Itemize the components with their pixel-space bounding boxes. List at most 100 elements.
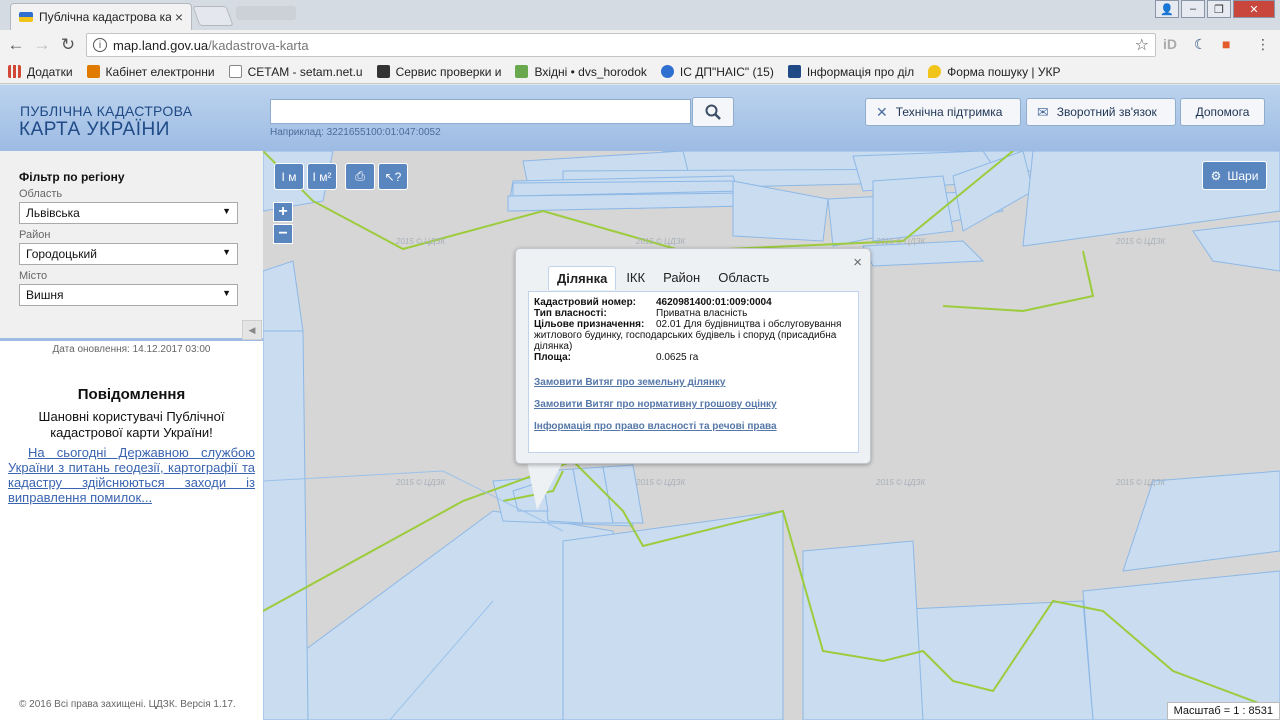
zoom-in-button[interactable]: + xyxy=(273,202,293,222)
identify-button[interactable]: ↖? xyxy=(378,163,408,190)
mail-icon xyxy=(515,65,529,78)
gear-icon: ⚙ xyxy=(1210,168,1222,183)
menu-dots-icon[interactable]: ⋮ xyxy=(1256,36,1270,53)
help-button[interactable]: Допомога xyxy=(1180,98,1265,126)
tab-raion[interactable]: Район xyxy=(655,266,708,290)
measure-area-button[interactable]: I м² xyxy=(307,163,337,190)
region-filter: Фільтр по регіону Область Львівська ▼ Рай… xyxy=(0,151,263,341)
ownership-value: Приватна власність xyxy=(656,308,748,319)
map-watermark: 2015 © ЦДЗК xyxy=(1116,237,1166,246)
reload-icon[interactable]: ↻ xyxy=(58,35,78,55)
cadastral-search-input[interactable] xyxy=(270,99,691,124)
raion-select[interactable]: Городоцький ▼ xyxy=(19,243,238,265)
raion-value: Городоцький xyxy=(26,247,97,261)
bookmark-item[interactable]: Сервис проверки и xyxy=(376,64,502,79)
cadastral-number-value: 4620981400:01:009:0004 xyxy=(656,297,772,308)
new-tab-button[interactable] xyxy=(192,6,234,26)
url-path: /kadastrova-karta xyxy=(208,37,309,53)
logo-top-text[interactable]: ПУБЛІЧНА КАДАСТРОВА xyxy=(20,103,192,119)
location-pin-icon xyxy=(928,65,942,78)
cadastral-number-row: Кадастровий номер: 4620981400:01:009:0004 xyxy=(534,297,853,308)
ownership-info-link[interactable]: Інформація про право власності та речові… xyxy=(534,421,853,432)
logo-bottom-text[interactable]: КАРТА УКРАЇНИ xyxy=(19,119,170,141)
address-bar: ← → ↻ i map.land.gov.ua/kadastrova-karta… xyxy=(0,30,1280,60)
bookmark-item[interactable]: ІС ДП"НАІС" (15) xyxy=(660,65,774,79)
bookmark-item[interactable]: Інформація про діл xyxy=(787,64,915,79)
bookmark-item[interactable]: Вхідні • dvs_horodok xyxy=(515,65,647,79)
extension-moon-icon[interactable]: ☾ xyxy=(1194,36,1207,53)
bookmarks-bar: Додатки Кабінет електронни СЕТАМ - setam… xyxy=(0,60,1280,84)
map-watermark: 2015 © ЦДЗК xyxy=(396,237,446,246)
tab-oblast[interactable]: Область xyxy=(710,266,777,290)
raion-label: Район xyxy=(19,229,51,241)
browser-tab[interactable]: Публічна кадастрова ка × xyxy=(10,3,192,30)
map-watermark: 2015 © ЦДЗК xyxy=(876,237,926,246)
close-window-button[interactable]: ✕ xyxy=(1233,0,1275,18)
maximize-button[interactable]: ❐ xyxy=(1207,0,1231,18)
back-icon[interactable]: ← xyxy=(6,35,26,55)
area-row: Площа: 0.0625 га xyxy=(534,352,853,363)
bookmark-item[interactable]: СЕТАМ - setam.net.u xyxy=(228,64,363,79)
user-icon[interactable]: 👤 xyxy=(1155,0,1179,18)
purpose-row: Цільове призначення: 02.01 Для будівництв… xyxy=(534,319,853,352)
update-date: Дата оновлення: 14.12.2017 03:00 xyxy=(52,344,211,355)
purpose-key: Цільове призначення: xyxy=(534,319,645,330)
envelope-icon: ✉ xyxy=(1037,103,1049,120)
forward-icon[interactable]: → xyxy=(32,35,52,55)
search-button[interactable] xyxy=(692,97,734,127)
bookmark-item[interactable]: Форма пошуку | УКР xyxy=(928,65,1060,79)
cursor-question-icon: ↖? xyxy=(384,169,402,184)
measure-distance-button[interactable]: I м xyxy=(274,163,304,190)
misto-value: Вишня xyxy=(26,288,64,302)
layers-button[interactable]: ⚙ Шари xyxy=(1202,161,1267,190)
misto-select[interactable]: Вишня ▼ xyxy=(19,284,238,306)
feedback-button[interactable]: ✉ Зворотний зв'язок xyxy=(1026,98,1176,126)
map-watermark: 2015 © ЦДЗК xyxy=(1116,478,1166,487)
zoom-out-button[interactable]: − xyxy=(273,224,293,244)
map-watermark: 2015 © ЦДЗК xyxy=(396,478,446,487)
area-key: Площа: xyxy=(534,352,571,363)
tab-ikk[interactable]: ІКК xyxy=(618,266,653,290)
minimize-button[interactable]: – xyxy=(1181,0,1205,18)
tab-title: Публічна кадастрова ка xyxy=(39,10,171,24)
tech-support-button[interactable]: ✕ Технічна підтримка xyxy=(865,98,1021,126)
bookmark-favicon-icon xyxy=(787,65,801,78)
search-hint: Наприклад: 3221655100:01:047:0052 xyxy=(270,127,441,138)
bookmark-label: Форма пошуку | УКР xyxy=(947,64,1061,79)
copyright: © 2016 Всі права захищені. ЦДЗК. Версія … xyxy=(19,699,236,710)
bookmark-item[interactable]: Кабінет електронни xyxy=(86,65,215,79)
order-valuation-extract-link[interactable]: Замовити Витяг про нормативну грошову оц… xyxy=(534,399,853,410)
close-icon[interactable]: × xyxy=(853,254,862,271)
site-favicon-icon xyxy=(19,12,33,22)
notification-link[interactable]: На сьогодні Державною службою України з … xyxy=(8,445,255,505)
bookmark-star-icon[interactable]: ☆ xyxy=(1135,35,1149,55)
tools-icon: ✕ xyxy=(876,103,888,120)
dropdown-arrow-icon: ▼ xyxy=(222,206,231,216)
oblast-select[interactable]: Львівська ▼ xyxy=(19,202,238,224)
bookmark-label: СЕТАМ - setam.net.u xyxy=(247,64,363,79)
extension-id-icon[interactable]: iD xyxy=(1163,36,1177,52)
ownership-row: Тип власності: Приватна власність xyxy=(534,308,853,319)
layers-label: Шари xyxy=(1227,168,1259,183)
oblast-value: Львівська xyxy=(26,206,80,220)
url-field[interactable]: i map.land.gov.ua/kadastrova-karta ☆ xyxy=(86,33,1156,57)
search-icon xyxy=(705,104,721,120)
notification-title: Повідомлення xyxy=(77,386,186,403)
bookmark-apps[interactable]: Додатки xyxy=(8,65,73,79)
bookmark-label: Додатки xyxy=(27,64,73,79)
tab-close-icon[interactable]: × xyxy=(175,9,183,25)
info-icon[interactable]: i xyxy=(93,38,107,52)
measure-distance-icon: I м xyxy=(281,169,297,184)
tab-parcel[interactable]: Ділянка xyxy=(548,266,617,290)
print-button[interactable]: ⎙ xyxy=(345,163,375,190)
order-parcel-extract-link[interactable]: Замовити Витяг про земельну ділянку xyxy=(534,377,853,388)
apps-grid-icon xyxy=(8,65,21,78)
bookmark-label: Інформація про діл xyxy=(806,64,915,79)
map-watermark: 2015 © ЦДЗК xyxy=(636,478,686,487)
extension-orange-icon[interactable]: ■ xyxy=(1222,36,1230,52)
bookmark-label: Сервис проверки и xyxy=(395,64,502,79)
background-tab[interactable] xyxy=(236,6,296,20)
ownership-key: Тип власності: xyxy=(534,308,607,319)
sidebar: Фільтр по регіону Область Львівська ▼ Рай… xyxy=(0,151,263,720)
collapse-panel-button[interactable]: ◀ xyxy=(242,320,262,340)
